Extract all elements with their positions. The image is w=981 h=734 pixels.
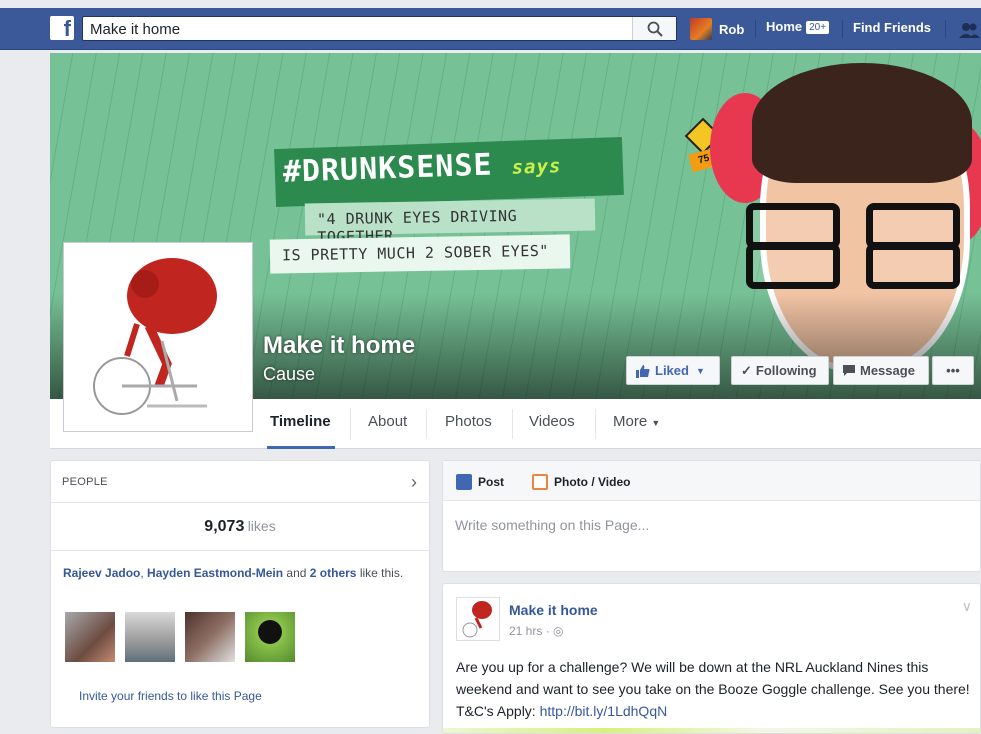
friend-thumbnail[interactable] <box>65 612 115 662</box>
facebook-logo-icon[interactable]: f <box>50 16 74 41</box>
likes-count: 9,073 <box>204 518 245 535</box>
tab-timeline[interactable]: Timeline <box>270 413 331 430</box>
post-timestamp[interactable]: 21 hrs · ◎ <box>509 624 564 638</box>
people-box: PEOPLE › 9,073 likes Rajeev Jadoo, Hayde… <box>50 460 430 728</box>
liked-button[interactable]: Liked ▼ <box>626 356 720 385</box>
search-value[interactable]: Make it home <box>90 21 180 38</box>
friend-link[interactable]: Hayden Eastmond-Mein <box>147 566 283 580</box>
timeline-post: Make it home 21 hrs · ◎ ∨ Are you up for… <box>442 583 981 734</box>
following-button[interactable]: ✓ Following <box>731 356 829 385</box>
tab-more[interactable]: More ▼ <box>613 413 660 430</box>
nav-find-friends[interactable]: Find Friends <box>853 20 931 35</box>
post-link[interactable]: http://bit.ly/1LdhQqN <box>540 703 668 719</box>
notification-badge: 20+ <box>806 21 830 35</box>
post-author-avatar[interactable] <box>456 597 500 641</box>
more-options-button[interactable]: ••• <box>932 356 974 385</box>
post-image[interactable] <box>443 728 980 733</box>
chevron-right-icon[interactable]: › <box>411 472 417 493</box>
friends-like-text: Rajeev Jadoo, Hayden Eastmond-Mein and 2… <box>63 566 404 580</box>
nav-profile-link[interactable]: Rob <box>690 18 744 40</box>
search-button[interactable] <box>632 17 676 40</box>
post-author-name[interactable]: Make it home <box>509 602 598 618</box>
friend-link[interactable]: Rajeev Jadoo <box>63 566 140 580</box>
page-category: Cause <box>263 364 316 384</box>
invite-friends-link[interactable]: Invite your friends to like this Page <box>79 689 262 703</box>
composer-post-tab[interactable]: Post <box>456 474 504 490</box>
checkmark-icon: ✓ <box>741 362 752 378</box>
profile-picture[interactable] <box>63 242 253 432</box>
friend-thumbnail[interactable] <box>125 612 175 662</box>
message-icon <box>843 364 855 376</box>
chevron-down-icon: ▼ <box>695 365 705 376</box>
tab-photos[interactable]: Photos <box>445 413 492 430</box>
others-link[interactable]: 2 others <box>310 566 357 580</box>
post-composer: Post Photo / Video Write something on th… <box>442 460 981 572</box>
nav-home-link[interactable]: Home 20+ <box>766 19 830 35</box>
ellipsis-icon: ••• <box>946 363 960 378</box>
people-title: PEOPLE <box>62 476 108 488</box>
composer-photo-video-tab[interactable]: Photo / Video <box>532 474 630 490</box>
globe-icon: ◎ <box>553 624 564 638</box>
tab-videos[interactable]: Videos <box>529 413 575 430</box>
post-body-text: Are you up for a challenge? We will be d… <box>456 659 970 719</box>
cover-quote-line-1: "4 DRUNK EYES DRIVING TOGETHER <box>304 198 596 246</box>
nav-divider <box>755 20 756 38</box>
cover-quote-line-2: IS PRETTY MUCH 2 SOBER EYES" <box>269 234 571 274</box>
composer-input[interactable]: Write something on this Page... <box>455 517 649 533</box>
top-navigation-bar: f Make it home Rob Home 20+ Find Friends <box>0 8 981 50</box>
nav-divider <box>945 20 946 38</box>
page-title: Make it home <box>263 332 416 359</box>
tab-about[interactable]: About <box>368 413 407 430</box>
message-button[interactable]: Message <box>833 356 929 385</box>
post-options-chevron-icon[interactable]: ∨ <box>962 598 972 615</box>
friend-thumbnail[interactable] <box>185 612 235 662</box>
active-tab-indicator <box>267 446 335 449</box>
cover-hashtag-banner: #DRUNKSENSE says <box>274 136 624 208</box>
avatar <box>690 18 712 40</box>
likes-label: likes <box>247 518 276 534</box>
friends-thumbnails <box>65 612 295 662</box>
pencil-icon <box>456 474 472 490</box>
search-input[interactable]: Make it home <box>82 16 677 41</box>
friend-thumbnail[interactable] <box>245 612 295 662</box>
photo-icon <box>532 474 548 490</box>
nav-divider <box>842 20 843 38</box>
nav-home-label[interactable]: Home <box>766 19 802 34</box>
cyclist-image <box>93 258 217 415</box>
nav-user-name[interactable]: Rob <box>719 22 744 37</box>
friend-requests-icon[interactable] <box>958 22 980 38</box>
search-icon <box>647 21 663 37</box>
caret-down-icon: ▼ <box>651 418 661 428</box>
thumbs-up-icon <box>636 364 650 378</box>
